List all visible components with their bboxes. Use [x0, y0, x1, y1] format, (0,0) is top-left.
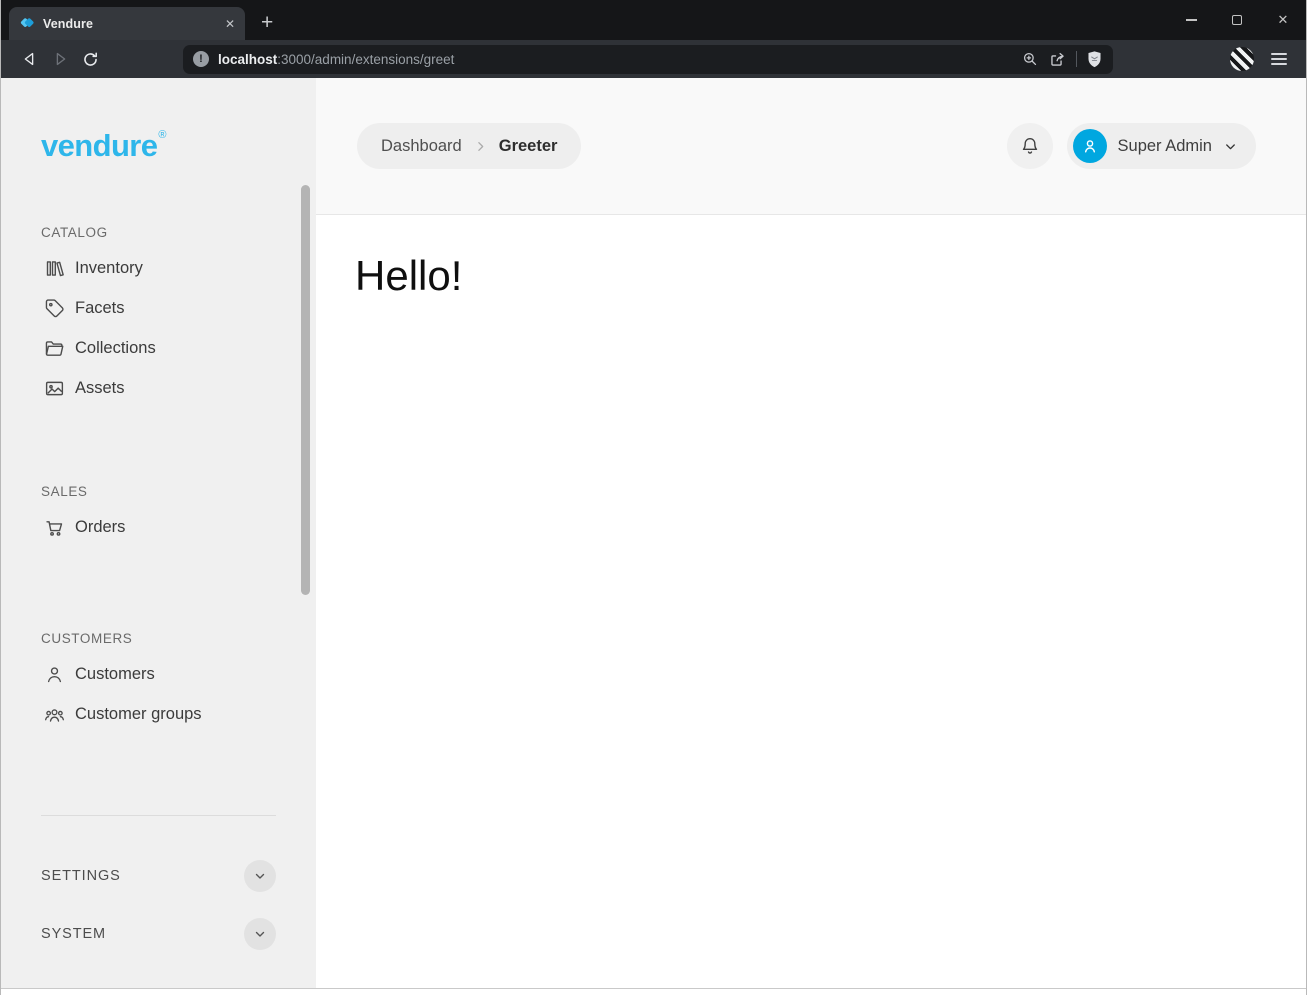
notifications-button[interactable]	[1007, 123, 1053, 169]
vendure-favicon	[19, 16, 35, 31]
chevron-down-icon	[1223, 139, 1238, 154]
cart-icon	[42, 515, 66, 539]
main-panel: Dashboard Greeter	[316, 78, 1306, 988]
vendure-admin-app: vendure® CATALOG Inventory Facets	[1, 78, 1306, 988]
browser-tab-strip: Vendure ✕ + ✕	[1, 0, 1306, 40]
tag-icon	[42, 296, 66, 320]
section-label-catalog: CATALOG	[41, 225, 276, 240]
browser-tab-vendure[interactable]: Vendure ✕	[9, 7, 245, 40]
reload-button[interactable]	[75, 44, 105, 74]
sidebar: vendure® CATALOG Inventory Facets	[1, 78, 316, 988]
browser-toolbar: ! localhost:3000/admin/extensions/greet	[1, 40, 1306, 78]
urlbar-separator	[1076, 51, 1077, 67]
close-button[interactable]: ✕	[1260, 0, 1306, 40]
site-info-icon[interactable]: !	[193, 51, 209, 67]
back-icon	[21, 50, 39, 68]
sidebar-section-settings[interactable]: SETTINGS	[41, 859, 276, 893]
section-label-settings: SETTINGS	[41, 868, 121, 884]
reload-icon	[81, 50, 100, 69]
vendure-logo[interactable]: vendure®	[41, 118, 276, 163]
user-avatar-icon	[1080, 136, 1100, 156]
sidebar-item-inventory[interactable]: Inventory	[41, 248, 276, 288]
chevron-down-icon	[253, 869, 267, 883]
sidebar-item-label: Collections	[75, 339, 156, 358]
header-actions: Super Admin	[1007, 123, 1256, 169]
sidebar-item-label: Assets	[75, 379, 125, 398]
registered-mark: ®	[158, 129, 166, 141]
sidebar-item-customer-groups[interactable]: Customer groups	[41, 694, 276, 734]
url-text[interactable]: localhost:3000/admin/extensions/greet	[218, 52, 454, 67]
tab-close-icon[interactable]: ✕	[225, 17, 235, 31]
forward-button[interactable]	[45, 44, 75, 74]
minimize-button[interactable]	[1168, 0, 1214, 40]
sidebar-item-label: Customer groups	[75, 705, 202, 724]
menu-icon[interactable]	[1270, 52, 1288, 66]
minimize-icon	[1186, 19, 1197, 21]
image-icon	[42, 376, 66, 400]
sidebar-item-facets[interactable]: Facets	[41, 288, 276, 328]
sidebar-item-label: Customers	[75, 665, 155, 684]
sidebar-item-assets[interactable]: Assets	[41, 368, 276, 408]
user-icon	[42, 662, 66, 686]
breadcrumb-current: Greeter	[499, 137, 558, 156]
profile-avatar[interactable]	[1230, 47, 1254, 71]
address-bar[interactable]: ! localhost:3000/admin/extensions/greet	[183, 45, 1113, 74]
maximize-button[interactable]	[1214, 0, 1260, 40]
extension-content: Hello!	[316, 215, 1306, 299]
share-icon[interactable]	[1048, 50, 1067, 69]
back-button[interactable]	[15, 44, 45, 74]
forward-icon	[51, 50, 69, 68]
breadcrumb-dashboard-link[interactable]: Dashboard	[381, 137, 462, 156]
sidebar-scrollbar[interactable]	[301, 185, 310, 595]
sidebar-item-collections[interactable]: Collections	[41, 328, 276, 368]
user-menu-button[interactable]: Super Admin	[1067, 123, 1256, 169]
window-controls: ✕	[1168, 0, 1306, 40]
toolbar-right	[1230, 47, 1292, 71]
main-header: Dashboard Greeter	[316, 78, 1306, 215]
maximize-icon	[1232, 15, 1242, 25]
system-expand-button[interactable]	[244, 918, 276, 950]
section-label-sales: SALES	[41, 484, 276, 499]
user-name: Super Admin	[1118, 137, 1212, 156]
avatar	[1073, 129, 1107, 163]
users-icon	[42, 702, 66, 726]
zoom-icon[interactable]	[1021, 50, 1039, 68]
greeting-heading: Hello!	[355, 253, 1306, 299]
vendure-logo-text: vendure	[41, 128, 157, 163]
window-bottom-edge	[1, 988, 1306, 995]
sidebar-item-label: Inventory	[75, 259, 143, 278]
chevron-down-icon	[253, 927, 267, 941]
sidebar-item-label: Facets	[75, 299, 125, 318]
breadcrumb: Dashboard Greeter	[357, 123, 581, 169]
sidebar-item-orders[interactable]: Orders	[41, 507, 276, 547]
sidebar-item-customers[interactable]: Customers	[41, 654, 276, 694]
url-path: :3000/admin/extensions/greet	[277, 52, 454, 67]
tab-title: Vendure	[43, 17, 217, 31]
sidebar-section-system[interactable]: SYSTEM	[41, 917, 276, 951]
bell-icon	[1019, 135, 1041, 157]
brave-shield-icon[interactable]	[1086, 50, 1103, 69]
sidebar-item-label: Orders	[75, 518, 125, 537]
sidebar-divider	[41, 815, 276, 816]
settings-expand-button[interactable]	[244, 860, 276, 892]
new-tab-button[interactable]: +	[261, 12, 273, 33]
section-label-customers: CUSTOMERS	[41, 631, 276, 646]
chevron-right-icon	[474, 140, 487, 153]
folder-icon	[42, 336, 66, 360]
library-icon	[42, 256, 66, 280]
url-host: localhost	[218, 52, 277, 67]
section-label-system: SYSTEM	[41, 926, 106, 942]
browser-window: Vendure ✕ + ✕ ! localhost:3000/admin/ext…	[0, 0, 1307, 995]
